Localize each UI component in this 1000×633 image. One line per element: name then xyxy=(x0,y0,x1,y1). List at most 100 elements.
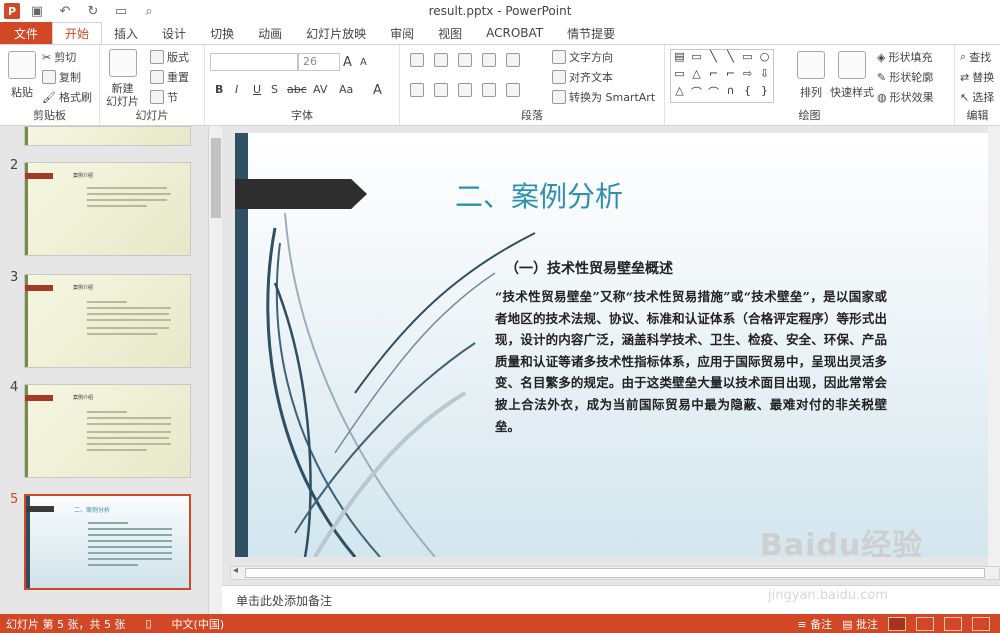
shape-outline-button[interactable]: ✎ 形状轮廓 xyxy=(877,69,933,85)
columns-icon[interactable] xyxy=(506,83,520,97)
undo-icon[interactable]: ↶ xyxy=(58,4,72,19)
slide-count-status: 幻灯片 第 5 张，共 5 张 xyxy=(6,617,126,631)
language-status[interactable]: 中文(中国) xyxy=(172,616,225,632)
tab-view[interactable]: 视图 xyxy=(426,22,474,44)
text-direction-button[interactable]: 文字方向 xyxy=(552,49,613,65)
slide-thumbnail[interactable]: 案例介绍 xyxy=(24,384,191,478)
slides-group-label: 幻灯片 xyxy=(135,109,169,122)
change-case-button[interactable]: Aa xyxy=(339,83,353,96)
replace-button[interactable]: ⇄ 替换 xyxy=(960,69,994,85)
tab-animations[interactable]: 动画 xyxy=(246,22,294,44)
ribbon: 粘贴 ✂ 剪切 复制 🖌 格式刷 剪贴板 新建 幻灯片 版式 重置 节 幻灯片 26… xyxy=(0,44,1000,126)
slide-sorter-icon[interactable] xyxy=(916,617,934,631)
effects-icon: ◍ xyxy=(877,90,887,104)
paste-button[interactable]: 粘贴 xyxy=(8,51,36,100)
tab-home[interactable]: 开始 xyxy=(52,22,103,44)
decrease-indent-icon[interactable] xyxy=(458,53,472,67)
title-arrow-banner xyxy=(235,179,367,209)
slide-vertical-scrollbar[interactable] xyxy=(988,126,1000,566)
shrink-font-button[interactable]: A xyxy=(360,57,367,68)
replace-icon: ⇄ xyxy=(960,70,970,84)
find-button[interactable]: ⌕ 查找 xyxy=(960,49,991,65)
numbering-icon[interactable] xyxy=(434,53,448,67)
horizontal-scrollbar-thumb[interactable] xyxy=(245,568,985,578)
normal-view-icon[interactable] xyxy=(888,617,906,631)
tab-file[interactable]: 文件 xyxy=(0,22,53,44)
character-spacing-button[interactable]: AV xyxy=(313,83,327,96)
slide-thumbnail[interactable]: 案例介绍 xyxy=(24,162,191,256)
section-button[interactable]: 节 xyxy=(150,89,178,105)
thumbnail-title: 案例介绍 xyxy=(73,173,94,179)
reset-button[interactable]: 重置 xyxy=(150,69,189,85)
cursor-icon: ↖ xyxy=(960,90,970,104)
list-buttons xyxy=(410,53,520,67)
scroll-left-icon[interactable]: ◂ xyxy=(233,565,238,576)
redo-icon[interactable]: ↻ xyxy=(86,4,100,19)
reading-view-icon[interactable] xyxy=(944,617,962,631)
bold-button[interactable]: B xyxy=(215,83,223,96)
scrollbar-thumb[interactable] xyxy=(211,138,221,218)
bullets-icon[interactable] xyxy=(410,53,424,67)
slide-thumbnail-selected[interactable]: 二、案例分析 xyxy=(24,494,191,590)
tab-review[interactable]: 审阅 xyxy=(378,22,426,44)
font-size-combobox[interactable]: 26 xyxy=(298,53,340,71)
thumbnail-title: 二、案例分析 xyxy=(74,507,111,514)
section-icon xyxy=(150,90,164,104)
current-slide[interactable]: 二、案例分析 （一）技术性贸易壁垒概述 “技术性贸易壁垒”又称“技术性贸易措施”… xyxy=(235,133,988,557)
shadow-button[interactable]: S xyxy=(271,83,278,96)
ribbon-tabs: 文件 开始 插入 设计 切换 动画 幻灯片放映 审阅 视图 ACROBAT 情节… xyxy=(0,22,1000,44)
drawing-group-label: 绘图 xyxy=(798,109,821,122)
slideshow-view-icon[interactable] xyxy=(972,617,990,631)
slide-horizontal-scrollbar[interactable]: ◂ xyxy=(230,565,1000,580)
paint-bucket-icon: ◈ xyxy=(877,50,886,64)
align-right-icon[interactable] xyxy=(458,83,472,97)
align-center-icon[interactable] xyxy=(434,83,448,97)
slide-subtitle[interactable]: （一）技术性贸易壁垒概述 xyxy=(505,258,673,278)
slideshow-from-start-icon[interactable]: ▭ xyxy=(114,4,128,19)
italic-button[interactable]: I xyxy=(235,83,238,96)
increase-indent-icon[interactable] xyxy=(482,53,496,67)
convert-smartart-button[interactable]: 转换为 SmartArt xyxy=(552,89,655,105)
slide-number: 2 xyxy=(10,158,19,173)
preview-icon[interactable]: ⌕ xyxy=(142,4,156,19)
tab-acrobat[interactable]: ACROBAT xyxy=(474,22,555,44)
font-color-button[interactable]: A xyxy=(373,83,382,98)
font-name-combobox[interactable] xyxy=(210,53,298,71)
align-left-icon[interactable] xyxy=(410,83,424,97)
slide-body-text[interactable]: “技术性贸易壁垒”又称“技术性贸易措施”或“技术壁垒”，是以国家或者地区的技术法… xyxy=(495,286,887,437)
copy-button[interactable]: 复制 xyxy=(42,69,81,85)
slide-title[interactable]: 二、案例分析 xyxy=(455,175,623,215)
line-spacing-icon[interactable] xyxy=(506,53,520,67)
notes-button[interactable]: ≡ 备注 xyxy=(797,616,832,632)
tab-transitions[interactable]: 切换 xyxy=(198,22,246,44)
thumbnails-scrollbar[interactable] xyxy=(208,126,222,614)
status-bar-right: ≡ 备注 ▤ 批注 xyxy=(797,616,990,632)
slide-thumbnail-1-partial[interactable] xyxy=(24,126,191,146)
tab-design[interactable]: 设计 xyxy=(150,22,198,44)
cut-button[interactable]: ✂ 剪切 xyxy=(42,49,76,65)
text-direction-icon xyxy=(552,50,566,64)
comments-button[interactable]: ▤ 批注 xyxy=(842,616,878,632)
layout-button[interactable]: 版式 xyxy=(150,49,189,65)
underline-button[interactable]: U xyxy=(253,83,261,96)
new-slide-button[interactable]: 新建 幻灯片 xyxy=(106,49,139,108)
shape-fill-button[interactable]: ◈ 形状填充 xyxy=(877,49,932,65)
shapes-gallery[interactable]: ▤ ▭ ╲ ╲ ▭ ○ ▭ △ ⌐ ⌐ ⇨ ⇩ △ ⌒ ⌒ ∩{} xyxy=(670,49,774,103)
font-group: 26 A A B I U S abc AV Aa A 字体 xyxy=(205,45,400,125)
format-painter-button[interactable]: 🖌 格式刷 xyxy=(42,89,92,105)
save-icon[interactable]: ▣ xyxy=(30,4,44,19)
tab-insert[interactable]: 插入 xyxy=(102,22,150,44)
tab-storyboarding[interactable]: 情节提要 xyxy=(555,22,627,44)
quick-styles-icon xyxy=(838,51,866,79)
arrange-button[interactable]: 排列 xyxy=(797,51,825,100)
strikethrough-button[interactable]: abc xyxy=(287,83,307,96)
shape-effects-button[interactable]: ◍ 形状效果 xyxy=(877,89,934,105)
justify-icon[interactable] xyxy=(482,83,496,97)
spellcheck-icon[interactable]: ▯ xyxy=(145,617,151,630)
slide-thumbnail[interactable]: 案例介绍 xyxy=(24,274,191,368)
quick-styles-button[interactable]: 快速样式 xyxy=(830,51,874,100)
grow-font-button[interactable]: A xyxy=(343,55,352,70)
align-text-button[interactable]: 对齐文本 xyxy=(552,69,613,85)
select-button[interactable]: ↖ 选择 xyxy=(960,89,994,105)
tab-slideshow[interactable]: 幻灯片放映 xyxy=(294,22,378,44)
